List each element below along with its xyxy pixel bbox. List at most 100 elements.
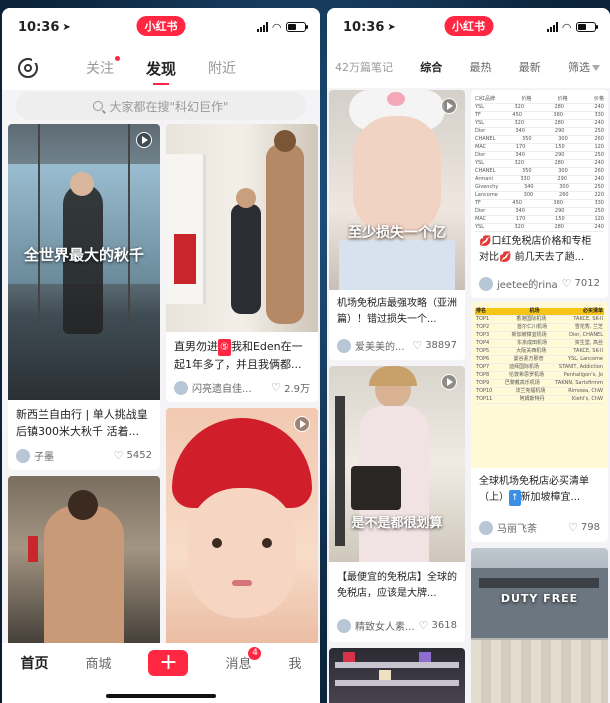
card-caption: 机场免税店最强攻略（亚洲篇）！错过损失一个...	[337, 298, 457, 325]
card-author[interactable]: 精致女人素...	[337, 618, 415, 633]
heart-icon: ♡	[418, 619, 429, 632]
like-button[interactable]: ♡ 2.9万	[271, 380, 310, 395]
feed-card[interactable]: DUTY FREE	[471, 548, 608, 703]
like-button[interactable]: ♡ 3618	[419, 619, 457, 632]
like-button[interactable]: ♡ 798	[568, 521, 600, 534]
battery-icon	[576, 22, 598, 32]
wifi-icon: ◠	[272, 20, 281, 34]
card-image	[166, 124, 318, 332]
card-caption: 新西兰自由行 | 单人挑战皇后镇300米大秋千 活着...	[16, 408, 148, 438]
card-image: 口红品牌 价格 价格 价格 YSL 320 280 240 TF 450 380 330 YSL 3…	[471, 90, 608, 232]
filter-bar: 42万篇笔记 综合 最热 最新 筛选	[327, 46, 610, 88]
feed-card[interactable]: 至少损失一个亿 机场免税店最强攻略（亚洲篇）！错过损失一个... 爱美美的...…	[329, 90, 465, 360]
heart-icon: ♡	[271, 381, 282, 394]
like-button[interactable]: ♡ 7012	[562, 277, 600, 290]
filter-overall[interactable]: 综合	[420, 59, 442, 75]
feed-card[interactable]: 口红品牌 价格 价格 价格 YSL 320 280 240 TF 450 380 330 YSL 3…	[471, 90, 608, 298]
card-author[interactable]: 闪亮遗自佳...	[174, 380, 252, 395]
card-meta: 爱美美的... ♡ 38897	[337, 338, 457, 353]
search-icon	[93, 101, 104, 111]
arrow-up-icon: ↑	[509, 490, 521, 506]
card-image: DUTY FREE	[471, 548, 608, 703]
feed-card[interactable]	[166, 408, 318, 656]
heart-icon: ♡	[561, 277, 572, 290]
feed-card[interactable]: 直男勿进 ⑤ 我和Eden在一起1年多了，并且我俩都... 闪亮遗自佳... ♡ 2.…	[166, 124, 318, 402]
status-icons: ◠	[546, 20, 598, 34]
location-arrow-icon: ➤	[62, 21, 71, 33]
card-meta: 子墨 ♡ 5452	[16, 448, 152, 463]
filter-button[interactable]: 筛选	[568, 59, 600, 75]
camera-icon[interactable]	[18, 57, 38, 78]
avatar	[337, 338, 351, 353]
nav-me[interactable]: 我	[288, 653, 301, 672]
location-arrow-icon: ➤	[387, 21, 396, 33]
card-image: 至少损失一个亿	[329, 90, 465, 290]
right-phone-screen: 10:36 ➤ 小红书 ◠ 42万篇笔记 综合 最热 最新 筛选 至少损失一个亿 …	[327, 8, 610, 703]
tab-following[interactable]: 关注	[86, 56, 120, 78]
video-play-icon	[294, 416, 310, 432]
avatar	[479, 276, 493, 291]
avatar	[174, 380, 188, 395]
card-meta: 闪亮遗自佳... ♡ 2.9万	[174, 380, 310, 395]
tab-nearby[interactable]: 附近	[208, 58, 236, 78]
like-button[interactable]: ♡ 5452	[114, 449, 152, 462]
store-sign-text: DUTY FREE	[500, 592, 579, 605]
card-author[interactable]: 子墨	[16, 448, 54, 463]
feed-card[interactable]: 排名 机场 必买清单 TOP1 香港国际机场 TAKCE, SK-II TOP2 首尔仁川…	[471, 302, 608, 542]
add-post-button[interactable]: +	[148, 650, 189, 676]
avatar	[337, 618, 351, 633]
card-meta: 马丽飞荼 ♡ 798	[479, 520, 600, 535]
search-input[interactable]: 大家都在搜"科幻巨作"	[16, 92, 306, 120]
lips-icon: 💋	[479, 236, 492, 247]
signal-icon	[546, 22, 558, 32]
feed-card[interactable]	[329, 648, 465, 703]
heart-icon: ♡	[113, 449, 124, 462]
status-bar: 10:36 ➤ 小红书 ◠	[2, 8, 320, 46]
card-image: 是不是都很划算	[329, 366, 465, 562]
filter-hottest[interactable]: 最热	[470, 59, 492, 75]
tab-discover[interactable]: 发现	[146, 58, 176, 79]
like-button[interactable]: ♡ 38897	[412, 339, 457, 352]
card-meta: 精致女人素... ♡ 3618	[337, 618, 457, 633]
card-meta: jeetee的rina ♡ 7012	[479, 276, 600, 291]
wifi-icon: ◠	[562, 20, 571, 34]
card-caption: 【最便宜的免税店】全球的免税店，应该是大牌...	[337, 572, 457, 599]
filter-newest[interactable]: 最新	[519, 59, 541, 75]
feed-card[interactable]	[8, 476, 160, 656]
signal-icon	[256, 22, 268, 32]
card-image	[329, 648, 465, 703]
card-image: 全世界最大的秋千	[8, 124, 160, 400]
search-placeholder: 大家都在搜"科幻巨作"	[109, 99, 229, 114]
left-phone-screen: 10:36 ➤ 小红书 ◠ 关注 发现 附近 大家都在搜"科幻巨作" 全世界最大的…	[2, 8, 320, 703]
card-caption: 💋口红免税店价格和专柜对比💋 前几天去了趟...	[479, 236, 592, 263]
heart-icon: ♡	[412, 339, 423, 352]
message-badge: 4	[248, 647, 262, 660]
heart-icon: ♡	[568, 521, 578, 534]
card-image	[8, 476, 160, 656]
card-author[interactable]: 马丽飞荼	[479, 520, 537, 535]
status-icons: ◠	[256, 20, 308, 34]
card-author[interactable]: jeetee的rina	[479, 276, 558, 291]
card-caption: 全球机场免税店必买清单（上） ↑ 新加坡樟宜...	[479, 474, 600, 506]
video-play-icon	[441, 98, 457, 114]
status-time: 10:36 ➤	[343, 19, 396, 35]
emoji-badge: ⑤	[218, 339, 231, 356]
notification-dot	[114, 56, 120, 61]
video-play-icon	[441, 374, 457, 390]
battery-icon	[286, 22, 308, 32]
avatar	[479, 520, 493, 535]
avatar	[16, 448, 30, 463]
nav-mall[interactable]: 商城	[85, 653, 111, 672]
card-caption: 直男勿进 ⑤ 我和Eden在一起1年多了，并且我俩都...	[174, 339, 303, 371]
brand-logo: 小红书	[444, 16, 493, 36]
card-overlay-text: 至少损失一个亿	[348, 225, 446, 241]
nav-home[interactable]: 首页	[20, 653, 48, 673]
video-play-icon	[136, 132, 152, 148]
card-author[interactable]: 爱美美的...	[337, 338, 405, 353]
feed-card[interactable]: 全世界最大的秋千 新西兰自由行 | 单人挑战皇后镇300米大秋千 活着... 子…	[8, 124, 160, 470]
card-overlay-text: 是不是都很划算	[351, 516, 443, 531]
feed-card[interactable]: 是不是都很划算 【最便宜的免税店】全球的免税店，应该是大牌... 精致女人素..…	[329, 366, 465, 642]
nav-messages[interactable]: 消息 4	[225, 647, 262, 672]
home-indicator	[106, 694, 216, 698]
brand-logo: 小红书	[136, 16, 186, 36]
